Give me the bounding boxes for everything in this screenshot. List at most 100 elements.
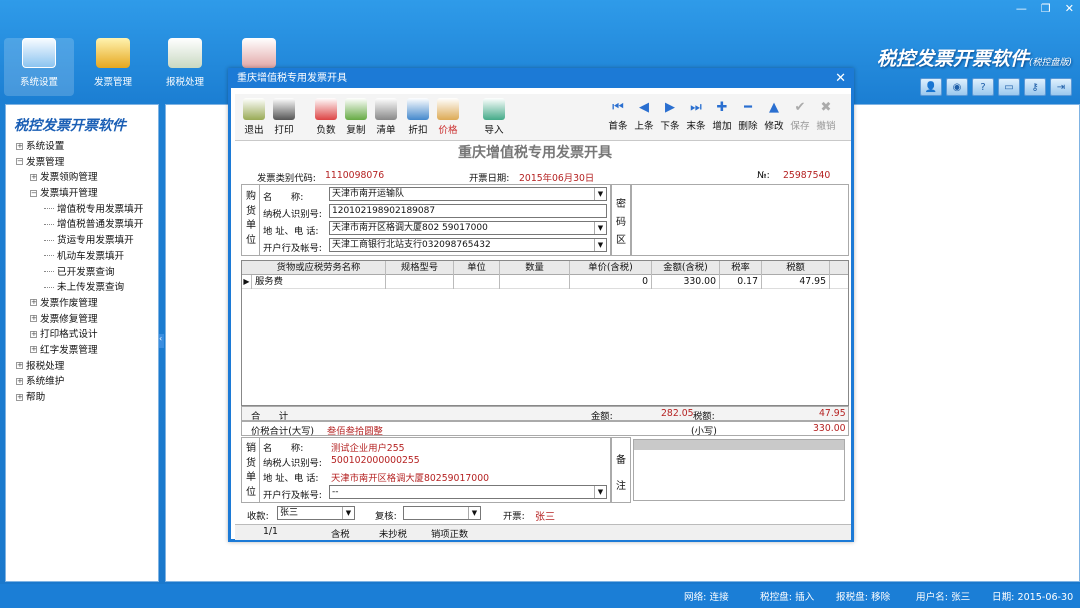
toolbar-button[interactable]: 导入 [479, 98, 509, 136]
expand-toggle-icon[interactable]: + [16, 362, 23, 370]
buyer-bank-input[interactable]: 天津工商银行北站支行032098765432 ▼ [329, 238, 607, 252]
grid-header-cell[interactable]: 规格型号 [386, 261, 454, 275]
tree-item[interactable]: + 系统维护 [6, 374, 158, 390]
expand-toggle-icon[interactable]: + [16, 377, 23, 385]
chevron-down-icon[interactable]: ▼ [468, 507, 480, 519]
tool-system-settings[interactable]: 系统设置 [4, 38, 74, 96]
table-row[interactable]: ▶ 服务费 0 330.00 0.17 47.95 [242, 275, 848, 289]
grid-cell[interactable]: 330.00 [652, 275, 720, 289]
dialog-title: 重庆增值税专用发票开具 [237, 73, 347, 84]
grid-cell[interactable] [454, 275, 500, 289]
tree-item[interactable]: − 发票填开管理 [6, 186, 158, 202]
toolbar-button[interactable]: ⏮ 首条 [605, 98, 631, 132]
grid-header-cell[interactable]: 单位 [454, 261, 500, 275]
grid-cell[interactable] [386, 275, 454, 289]
toolbar-button[interactable]: ✚ 增加 [709, 98, 735, 132]
tree-item[interactable]: − 发票管理 [6, 155, 158, 171]
toolbar-button[interactable]: ⏭ 末条 [683, 98, 709, 132]
sidebar-collapse-handle[interactable]: ‹ [159, 334, 164, 348]
status-tax-disk: 税控盘: 插入 [760, 592, 815, 603]
exit-icon[interactable]: ⇥ [1050, 78, 1072, 96]
toolbar-button[interactable]: 清单 [371, 98, 401, 136]
tree-item[interactable]: + 红字发票管理 [6, 343, 158, 359]
tree-item[interactable]: + 发票作废管理 [6, 296, 158, 312]
expand-toggle-icon[interactable]: + [30, 330, 37, 338]
tree-item[interactable]: + 报税处理 [6, 359, 158, 375]
expand-toggle-icon[interactable]: + [30, 299, 37, 307]
tree-item[interactable]: 未上传发票查询 [6, 280, 158, 296]
remark-input[interactable] [633, 439, 845, 501]
toolbar-label: 折扣 [408, 125, 428, 136]
chevron-down-icon[interactable]: ▼ [594, 188, 606, 200]
expand-toggle-icon[interactable]: + [30, 346, 37, 354]
chevron-down-icon[interactable]: ▼ [594, 486, 606, 498]
tree-item[interactable]: 已开发票查询 [6, 265, 158, 281]
check-select[interactable]: ▼ [403, 506, 481, 520]
tree-item[interactable]: 增值税专用发票填开 [6, 202, 158, 218]
toolbar-button[interactable]: ✖ 撤销 [813, 98, 839, 132]
expand-toggle-icon[interactable]: + [16, 142, 23, 150]
tool-invoice-management[interactable]: 发票管理 [78, 38, 148, 96]
user-icon[interactable]: 👤 [920, 78, 942, 96]
expand-toggle-icon[interactable]: − [16, 158, 23, 166]
grid-header-cell[interactable]: 数量 [500, 261, 570, 275]
tool-tax-report[interactable]: 报税处理 [150, 38, 220, 96]
grid-cell[interactable]: 0.17 [720, 275, 762, 289]
grid-header-cell[interactable]: 税额 [762, 261, 830, 275]
toolbar-button[interactable]: ✔ 保存 [787, 98, 813, 132]
tree-item[interactable]: + 打印格式设计 [6, 327, 158, 343]
toolbar-button[interactable]: 复制 [341, 98, 371, 136]
tree-item[interactable]: + 帮助 [6, 390, 158, 406]
window-icon[interactable]: ▭ [998, 78, 1020, 96]
expand-toggle-icon[interactable]: + [30, 315, 37, 323]
buyer-name-input[interactable]: 天津市南开运输队 ▼ [329, 187, 607, 201]
buyer-tax-input[interactable]: 120102198902189087 [329, 204, 607, 218]
grid-header-cell[interactable]: 单价(含税) [570, 261, 652, 275]
toolbar-button[interactable]: ▲ 修改 [761, 98, 787, 132]
grid-cell[interactable]: 47.95 [762, 275, 830, 289]
tree-item[interactable]: + 发票修复管理 [6, 312, 158, 328]
globe-icon[interactable]: ◉ [946, 78, 968, 96]
toolbar-button[interactable]: 价格 [433, 98, 463, 136]
help-icon[interactable]: ? [972, 78, 994, 96]
buyer-addr-input[interactable]: 天津市南开区格调大厦802 59017000 ▼ [329, 221, 607, 235]
invoice-number: 25987540 [783, 170, 831, 181]
grid-header-cell[interactable]: 货物或应税劳务名称 [252, 261, 386, 275]
grid-cell[interactable]: 0 [570, 275, 652, 289]
status-tab[interactable]: 含税 [331, 526, 350, 540]
toolbar-button[interactable]: 负数 [311, 98, 341, 136]
toolbar-button[interactable]: 折扣 [403, 98, 433, 136]
toolbar-icon [375, 98, 397, 120]
tree-item[interactable]: 货运专用发票填开 [6, 233, 158, 249]
tree-item[interactable]: + 系统设置 [6, 139, 158, 155]
grid-header-cell[interactable]: 税率 [720, 261, 762, 275]
key-icon[interactable]: ⚷ [1024, 78, 1046, 96]
restore-icon[interactable]: ❐ [1041, 2, 1051, 15]
toolbar-button[interactable]: 打印 [269, 98, 299, 136]
close-icon[interactable]: ✕ [1065, 2, 1074, 15]
expand-toggle-icon[interactable]: + [16, 393, 23, 401]
expand-toggle-icon[interactable]: + [30, 173, 37, 181]
chevron-down-icon[interactable]: ▼ [342, 507, 354, 519]
tree-item-label: 增值税普通发票填开 [57, 219, 144, 231]
dialog-close-icon[interactable]: ✕ [835, 71, 846, 87]
payee-select[interactable]: 张三 ▼ [277, 506, 355, 520]
seller-bank-input[interactable]: -- ▼ [329, 485, 607, 499]
status-tab[interactable]: 1/1 [263, 526, 278, 537]
status-tab[interactable]: 销项正数 [431, 526, 468, 540]
tree-item[interactable]: 机动车发票填开 [6, 249, 158, 265]
toolbar-button[interactable]: ▶ 下条 [657, 98, 683, 132]
toolbar-button[interactable]: 退出 [239, 98, 269, 136]
grid-cell[interactable] [500, 275, 570, 289]
expand-toggle-icon[interactable]: − [30, 189, 37, 197]
toolbar-button[interactable]: ━ 删除 [735, 98, 761, 132]
grid-header-cell[interactable]: 金额(含税) [652, 261, 720, 275]
toolbar-button[interactable]: ◀ 上条 [631, 98, 657, 132]
status-tab[interactable]: 未抄税 [379, 526, 407, 540]
tree-item[interactable]: + 发票领购管理 [6, 170, 158, 186]
minimize-icon[interactable]: — [1016, 2, 1027, 15]
grid-cell[interactable]: 服务费 [252, 275, 386, 289]
chevron-down-icon[interactable]: ▼ [594, 222, 606, 234]
tree-item[interactable]: 增值税普通发票填开 [6, 217, 158, 233]
chevron-down-icon[interactable]: ▼ [594, 239, 606, 251]
